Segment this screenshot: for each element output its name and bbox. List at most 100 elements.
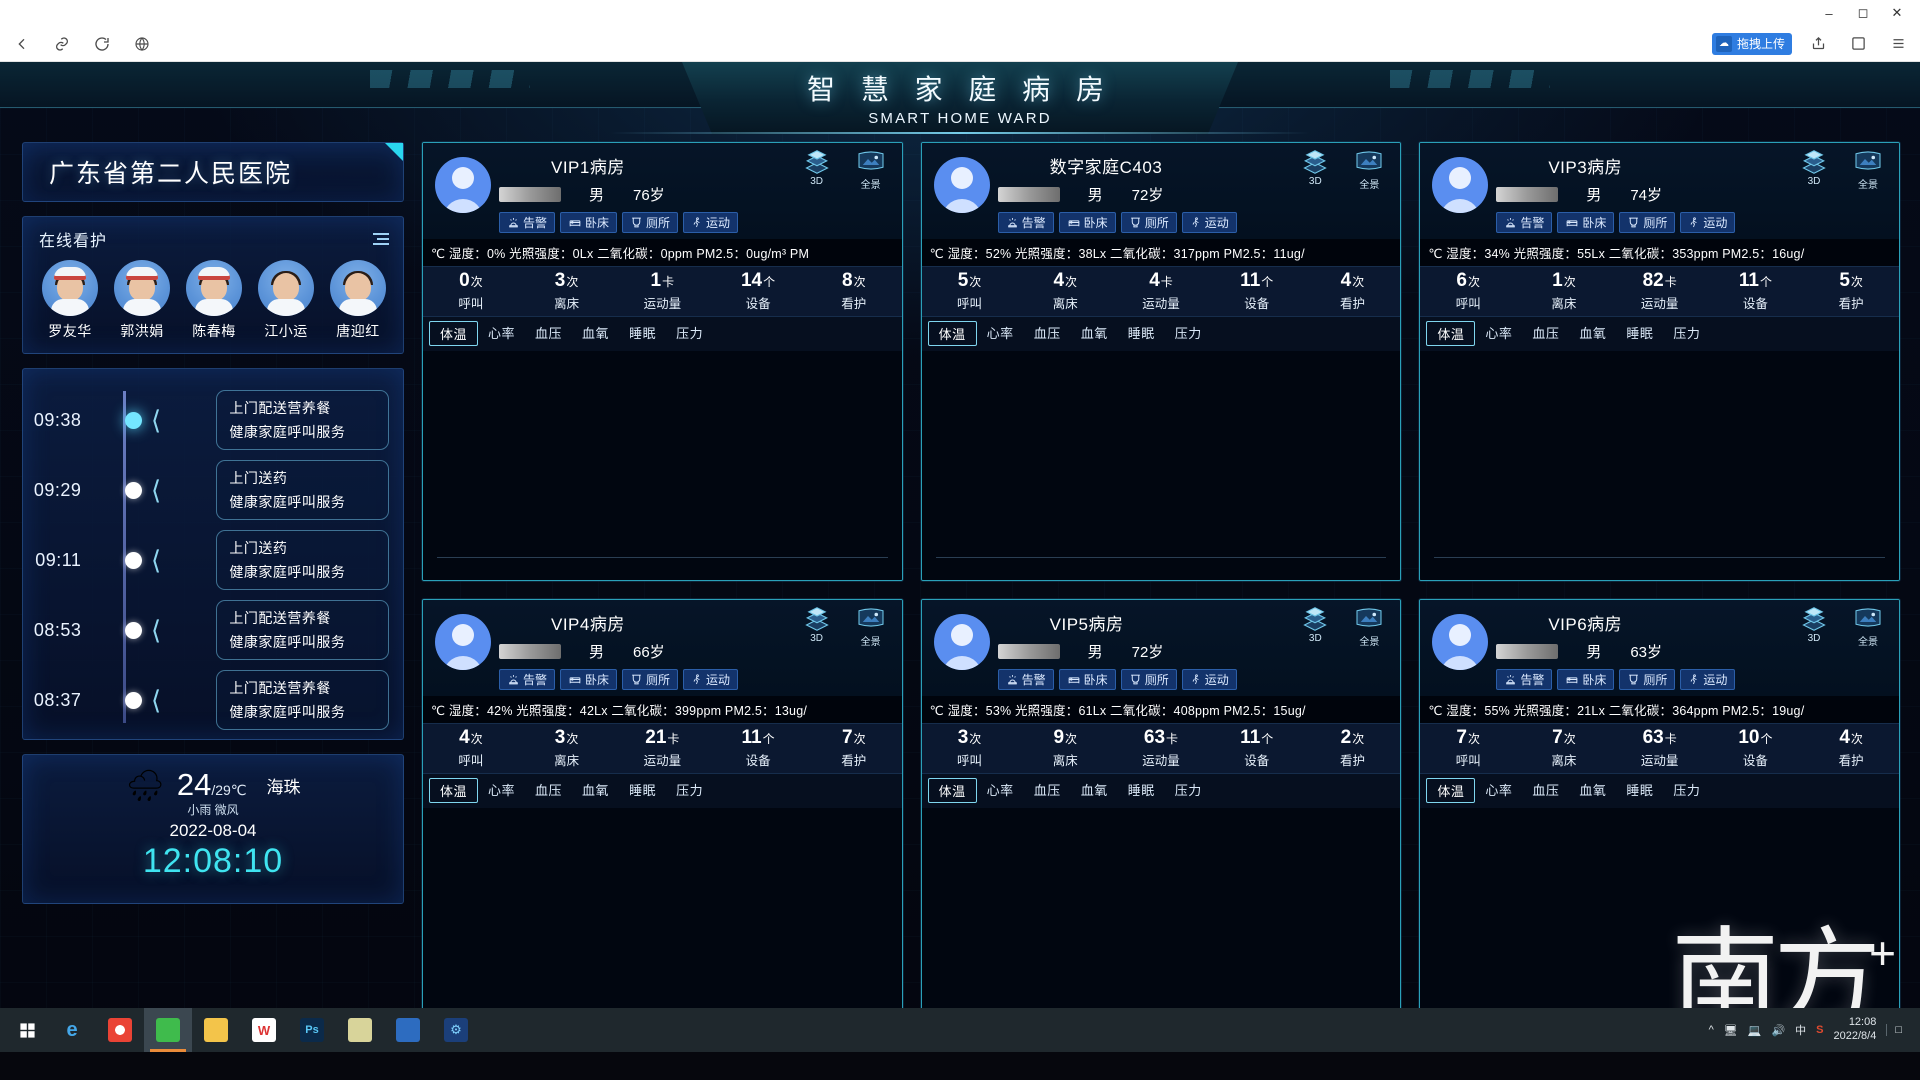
view-3d-button[interactable]: 3D xyxy=(796,606,838,648)
view-panorama-button[interactable]: 全景 xyxy=(1348,606,1390,648)
tag-toilet[interactable]: 厕所 xyxy=(1619,212,1676,233)
list-item[interactable]: 罗友华 xyxy=(39,260,101,341)
vital-tab-睡眠[interactable]: 睡眠 xyxy=(619,778,666,803)
tag-motion[interactable]: 运动 xyxy=(1181,669,1237,690)
tag-alarm[interactable]: 告警 xyxy=(1496,212,1553,233)
vital-tab-血氧[interactable]: 血氧 xyxy=(1569,321,1616,346)
view-panorama-button[interactable]: 全景 xyxy=(1847,149,1889,191)
tag-motion[interactable]: 运动 xyxy=(683,669,739,690)
tag-bed[interactable]: 卧床 xyxy=(560,212,618,233)
ime-cn-icon[interactable]: 中 xyxy=(1795,1022,1806,1038)
show-desktop-button[interactable]: □ xyxy=(1886,1024,1902,1036)
vital-tab-压力[interactable]: 压力 xyxy=(666,321,713,346)
back-arrow-icon[interactable] xyxy=(8,30,36,58)
ward-card[interactable]: VIP3病房 男 74岁 告警 卧床 厕所 运动 3D 全景 ℃ 湿度：34% … xyxy=(1419,142,1900,581)
globe-icon[interactable] xyxy=(128,30,156,58)
vital-tab-体温[interactable]: 体温 xyxy=(927,321,977,346)
vital-tab-体温[interactable]: 体温 xyxy=(429,778,479,803)
view-panorama-button[interactable]: 全景 xyxy=(1348,149,1390,191)
vital-tab-血氧[interactable]: 血氧 xyxy=(1071,321,1118,346)
ward-card[interactable]: VIP4病房 男 66岁 告警 卧床 厕所 运动 3D 全景 ℃ 湿度：42% … xyxy=(422,599,903,1038)
vital-tab-心率[interactable]: 心率 xyxy=(1475,778,1522,803)
wechat-icon[interactable] xyxy=(144,1008,192,1052)
settings-icon[interactable]: ⚙ xyxy=(432,1008,480,1052)
timeline-card[interactable]: 上门配送营养餐 健康家庭呼叫服务 xyxy=(216,670,389,730)
timeline-card[interactable]: 上门配送营养餐 健康家庭呼叫服务 xyxy=(216,600,389,660)
window-close-button[interactable]: ✕ xyxy=(1880,1,1914,25)
security-icon[interactable]: S xyxy=(1816,1024,1823,1036)
list-item[interactable]: 08:37 ⟨ 上门配送营养餐 健康家庭呼叫服务 xyxy=(33,665,389,735)
timeline-card[interactable]: 上门送药 健康家庭呼叫服务 xyxy=(216,530,389,590)
tag-alarm[interactable]: 告警 xyxy=(997,212,1054,233)
vital-tab-体温[interactable]: 体温 xyxy=(1426,321,1476,346)
vital-tab-压力[interactable]: 压力 xyxy=(666,778,713,803)
taskbar-clock[interactable]: 12:08 2022/8/4 xyxy=(1834,1016,1877,1044)
tag-motion[interactable]: 运动 xyxy=(1680,212,1736,233)
tag-motion[interactable]: 运动 xyxy=(1680,669,1736,690)
menu-icon[interactable] xyxy=(1884,30,1912,58)
tag-bed[interactable]: 卧床 xyxy=(1557,669,1615,690)
vital-tab-体温[interactable]: 体温 xyxy=(927,778,977,803)
list-item[interactable]: 09:29 ⟨ 上门送药 健康家庭呼叫服务 xyxy=(33,455,389,525)
timeline-card[interactable]: 上门配送营养餐 健康家庭呼叫服务 xyxy=(216,390,389,450)
tag-bed[interactable]: 卧床 xyxy=(1058,212,1116,233)
view-3d-button[interactable]: 3D xyxy=(1793,149,1835,191)
vital-tab-血压[interactable]: 血压 xyxy=(1024,778,1071,803)
list-item[interactable]: 郭洪娟 xyxy=(111,260,173,341)
list-item[interactable]: 唐迎红 xyxy=(327,260,389,341)
vital-tab-心率[interactable]: 心率 xyxy=(478,778,525,803)
vital-tab-心率[interactable]: 心率 xyxy=(977,321,1024,346)
tag-bed[interactable]: 卧床 xyxy=(1557,212,1615,233)
list-item[interactable]: 江小运 xyxy=(255,260,317,341)
list-item[interactable]: 09:38 ⟨ 上门配送营养餐 健康家庭呼叫服务 xyxy=(33,385,389,455)
tag-bed[interactable]: 卧床 xyxy=(1058,669,1116,690)
tag-alarm[interactable]: 告警 xyxy=(499,669,556,690)
wps-icon[interactable]: W xyxy=(240,1008,288,1052)
photoshop-icon[interactable]: Ps xyxy=(288,1008,336,1052)
share-icon[interactable] xyxy=(1804,30,1832,58)
vital-tab-血压[interactable]: 血压 xyxy=(1522,321,1569,346)
vital-tab-压力[interactable]: 压力 xyxy=(1165,778,1212,803)
vital-tab-压力[interactable]: 压力 xyxy=(1165,321,1212,346)
list-item[interactable]: 09:11 ⟨ 上门送药 健康家庭呼叫服务 xyxy=(33,525,389,595)
window-minimize-button[interactable]: – xyxy=(1812,1,1846,25)
tag-toilet[interactable]: 厕所 xyxy=(622,669,679,690)
edge-icon[interactable]: e xyxy=(48,1008,96,1052)
view-3d-button[interactable]: 3D xyxy=(1793,606,1835,648)
tag-alarm[interactable]: 告警 xyxy=(997,669,1054,690)
tag-motion[interactable]: 运动 xyxy=(1181,212,1237,233)
timeline-card[interactable]: 上门送药 健康家庭呼叫服务 xyxy=(216,460,389,520)
vital-tab-血氧[interactable]: 血氧 xyxy=(1071,778,1118,803)
tag-motion[interactable]: 运动 xyxy=(683,212,739,233)
vital-tab-血压[interactable]: 血压 xyxy=(1522,778,1569,803)
list-item[interactable]: 陈春梅 xyxy=(183,260,245,341)
vital-tab-压力[interactable]: 压力 xyxy=(1663,778,1710,803)
menu-list-icon[interactable] xyxy=(373,233,389,245)
tag-alarm[interactable]: 告警 xyxy=(499,212,556,233)
window-maximize-button[interactable]: ◻ xyxy=(1846,1,1880,25)
vital-tab-睡眠[interactable]: 睡眠 xyxy=(1118,778,1165,803)
box-icon[interactable] xyxy=(1844,30,1872,58)
view-3d-button[interactable]: 3D xyxy=(1294,149,1336,191)
vital-tab-心率[interactable]: 心率 xyxy=(1475,321,1522,346)
blue-app-icon[interactable] xyxy=(384,1008,432,1052)
list-item[interactable]: 08:53 ⟨ 上门配送营养餐 健康家庭呼叫服务 xyxy=(33,595,389,665)
view-panorama-button[interactable]: 全景 xyxy=(1847,606,1889,648)
screen-icon[interactable]: 🖥 xyxy=(1724,1024,1738,1037)
ward-card[interactable]: VIP6病房 男 63岁 告警 卧床 厕所 运动 3D 全景 ℃ 湿度：55% … xyxy=(1419,599,1900,1038)
view-3d-button[interactable]: 3D xyxy=(796,149,838,191)
tag-toilet[interactable]: 厕所 xyxy=(1619,669,1676,690)
vital-tab-血压[interactable]: 血压 xyxy=(525,778,572,803)
ward-card[interactable]: VIP1病房 男 76岁 告警 卧床 厕所 运动 3D 全景 ℃ 湿度：0% 光… xyxy=(422,142,903,581)
vital-tab-血氧[interactable]: 血氧 xyxy=(1569,778,1616,803)
drag-upload-button[interactable]: ☁ 拖拽上传 xyxy=(1711,32,1792,55)
chrome-icon[interactable] xyxy=(96,1008,144,1052)
tag-alarm[interactable]: 告警 xyxy=(1496,669,1553,690)
start-icon[interactable] xyxy=(6,1008,48,1052)
volume-icon[interactable]: 🔊 xyxy=(1771,1024,1785,1037)
ward-card[interactable]: VIP5病房 男 72岁 告警 卧床 厕所 运动 3D 全景 ℃ 湿度：53% … xyxy=(920,599,1402,1038)
vital-tab-血压[interactable]: 血压 xyxy=(525,321,572,346)
ward-card[interactable]: 数字家庭C403 男 72岁 告警 卧床 厕所 运动 3D 全景 ℃ 湿度：52… xyxy=(920,142,1402,581)
vital-tab-心率[interactable]: 心率 xyxy=(977,778,1024,803)
vital-tab-睡眠[interactable]: 睡眠 xyxy=(1616,321,1663,346)
